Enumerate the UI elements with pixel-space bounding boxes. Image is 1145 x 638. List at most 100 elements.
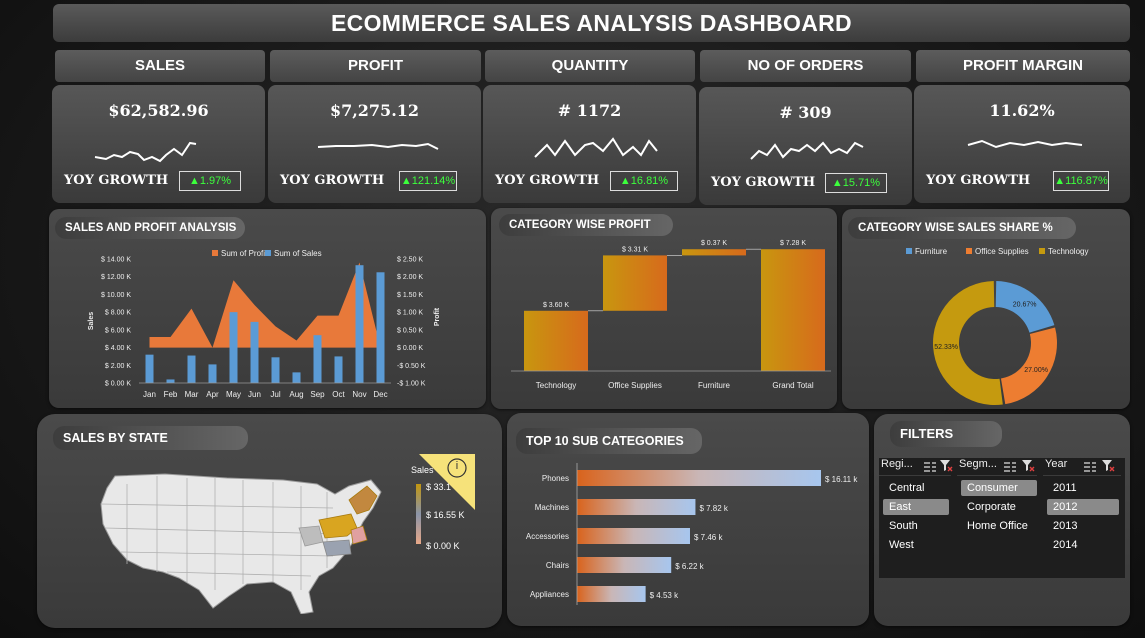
- value-label: $ 16.11 k: [825, 475, 858, 484]
- region-slicer: Regi... Central East South West: [879, 458, 955, 578]
- clear-filter-icon[interactable]: [1101, 459, 1115, 472]
- filter-item-south[interactable]: South: [883, 518, 949, 534]
- map-legend-mid: $ 16.55 K: [426, 510, 465, 520]
- us-map[interactable]: [87, 464, 387, 614]
- y2-tick-label: -$ 0.50 K: [397, 363, 426, 370]
- map-legend-min: $ 0.00 K: [426, 541, 460, 551]
- y2-tick-label: -$ 1.00 K: [397, 381, 426, 388]
- x-tick-label: Jan: [143, 390, 156, 399]
- legend-swatch: [212, 250, 218, 256]
- info-icon[interactable]: [419, 454, 475, 510]
- y2-tick-label: $ 2.50 K: [397, 257, 423, 264]
- kpi-card-orders: # 309 YOY GROWTH ▲15.71%: [699, 87, 912, 205]
- kpi-header-orders: NO OF ORDERS: [700, 50, 911, 82]
- region-slicer-header: Regi...: [881, 458, 913, 470]
- bar: [577, 557, 672, 573]
- kpi-card-margin: 11.62% YOY GROWTH ▲116.87%: [914, 85, 1130, 203]
- y2-tick-label: $ 0.50 K: [397, 327, 423, 334]
- clear-filter-icon[interactable]: [1021, 459, 1035, 472]
- kpi-header-sales: SALES: [55, 50, 265, 82]
- kpi-card-quantity: # 1172 YOY GROWTH ▲16.81%: [483, 85, 696, 203]
- y2-tick-label: $ 2.00 K: [397, 274, 423, 281]
- waterfall-bar: [761, 249, 825, 371]
- sales-bar: [334, 356, 343, 383]
- orders-sparkline: [750, 141, 864, 160]
- x-tick-label: Dec: [373, 390, 387, 399]
- sales-bar: [229, 312, 238, 383]
- data-label: $ 7.28 K: [780, 240, 806, 247]
- y-tick-label: $ 10.00 K: [101, 292, 131, 299]
- kpi-yoy-badge: ▲116.87%: [1053, 171, 1109, 191]
- kpi-yoy-label: YOY GROWTH: [280, 173, 385, 188]
- x-tick-label: Feb: [164, 390, 178, 399]
- y2-tick-label: $ 0.00 K: [397, 345, 423, 352]
- x-tick-label: Furniture: [698, 381, 731, 390]
- multi-select-icon[interactable]: [1003, 460, 1017, 472]
- category-share-chart: 20.67% 27.00% 52.33% Furniture Office Suppli…: [906, 247, 1088, 405]
- margin-sparkline: [967, 139, 1083, 149]
- value-label: $ 6.22 k: [675, 562, 704, 571]
- kpi-yoy-label: YOY GROWTH: [711, 175, 816, 190]
- filter-item-west[interactable]: West: [883, 537, 949, 553]
- year-slicer: Year 2011 2012 2013 2014: [1043, 458, 1123, 578]
- kpi-yoy-badge: ▲1.97%: [179, 171, 241, 191]
- kpi-value: 11.62%: [989, 101, 1055, 120]
- y-tick-label: $ 6.00 K: [105, 327, 131, 334]
- x-tick-label: Mar: [185, 390, 199, 399]
- y-tick-label: $ 14.00 K: [101, 257, 131, 264]
- sales-bar: [376, 272, 385, 383]
- multi-select-icon[interactable]: [1083, 460, 1097, 472]
- value-label: $ 7.46 k: [694, 533, 723, 542]
- filter-item-2012[interactable]: 2012: [1047, 499, 1119, 515]
- x-tick-label: Jul: [270, 390, 280, 399]
- kpi-yoy-badge: ▲16.81%: [610, 171, 678, 191]
- data-label: $ 3.60 K: [543, 302, 569, 309]
- filter-item-consumer[interactable]: Consumer: [961, 480, 1037, 496]
- kpi-value: # 309: [779, 103, 832, 122]
- filter-item-2011[interactable]: 2011: [1047, 480, 1119, 496]
- slicer-area: Regi... Central East South West Segm... …: [879, 458, 1125, 578]
- donut-slice: [1000, 327, 1057, 405]
- kpi-yoy-badge: ▲15.71%: [825, 173, 887, 193]
- y2-tick-label: $ 1.50 K: [397, 292, 423, 299]
- y2-tick-label: $ 1.00 K: [397, 310, 423, 317]
- filter-item-corporate[interactable]: Corporate: [961, 499, 1037, 515]
- filter-item-central[interactable]: Central: [883, 480, 949, 496]
- sales-bar: [187, 355, 196, 383]
- donut-slice: [933, 281, 1003, 405]
- bar: [577, 528, 690, 544]
- legend-swatch: [906, 248, 912, 254]
- category-share-panel: CATEGORY WISE SALES SHARE % 20.67% 27.00%…: [842, 209, 1130, 409]
- dashboard-title: ECOMMERCE SALES ANALYSIS DASHBOARD: [53, 4, 1130, 42]
- sales-bar: [208, 364, 217, 383]
- legend-swatch: [265, 250, 271, 256]
- filter-item-home-office[interactable]: Home Office: [961, 518, 1037, 534]
- filter-item-2013[interactable]: 2013: [1047, 518, 1119, 534]
- segment-slicer-header: Segm...: [959, 458, 997, 470]
- y-tick-label: $ 12.00 K: [101, 274, 131, 281]
- x-tick-label: Nov: [352, 390, 366, 399]
- profit-area: [149, 262, 381, 348]
- value-label: $ 4.53 k: [650, 591, 679, 600]
- top-subcategories-chart: Phones $ 16.11 k Machines $ 7.82 k Accessori…: [526, 463, 858, 605]
- clear-filter-icon[interactable]: [939, 459, 953, 472]
- kpi-card-sales: $62,582.96 YOY GROWTH ▲1.97%: [52, 85, 265, 203]
- kpi-header-profit: PROFIT: [270, 50, 481, 82]
- segment-slicer: Segm... Consumer Corporate Home Office: [957, 458, 1041, 578]
- x-tick-label: Jun: [248, 390, 261, 399]
- legend-label: Technology: [1048, 247, 1088, 256]
- filter-item-east[interactable]: East: [883, 499, 949, 515]
- x-tick-label: Technology: [536, 381, 576, 390]
- kpi-yoy-label: YOY GROWTH: [64, 173, 169, 188]
- filter-item-2014[interactable]: 2014: [1047, 537, 1119, 553]
- x-tick-label: Grand Total: [772, 381, 813, 390]
- multi-select-icon[interactable]: [923, 460, 937, 472]
- filters-panel: FILTERS Regi... Central East South West …: [874, 414, 1130, 626]
- y-tick-label: $ 8.00 K: [105, 310, 131, 317]
- legend-swatch: [966, 248, 972, 254]
- data-label: $ 0.37 K: [701, 240, 727, 247]
- sales-bar: [271, 357, 280, 383]
- y-axis-label: Sales: [88, 312, 95, 330]
- y2-axis-label: Profit: [434, 307, 441, 326]
- waterfall-bar: [682, 249, 746, 256]
